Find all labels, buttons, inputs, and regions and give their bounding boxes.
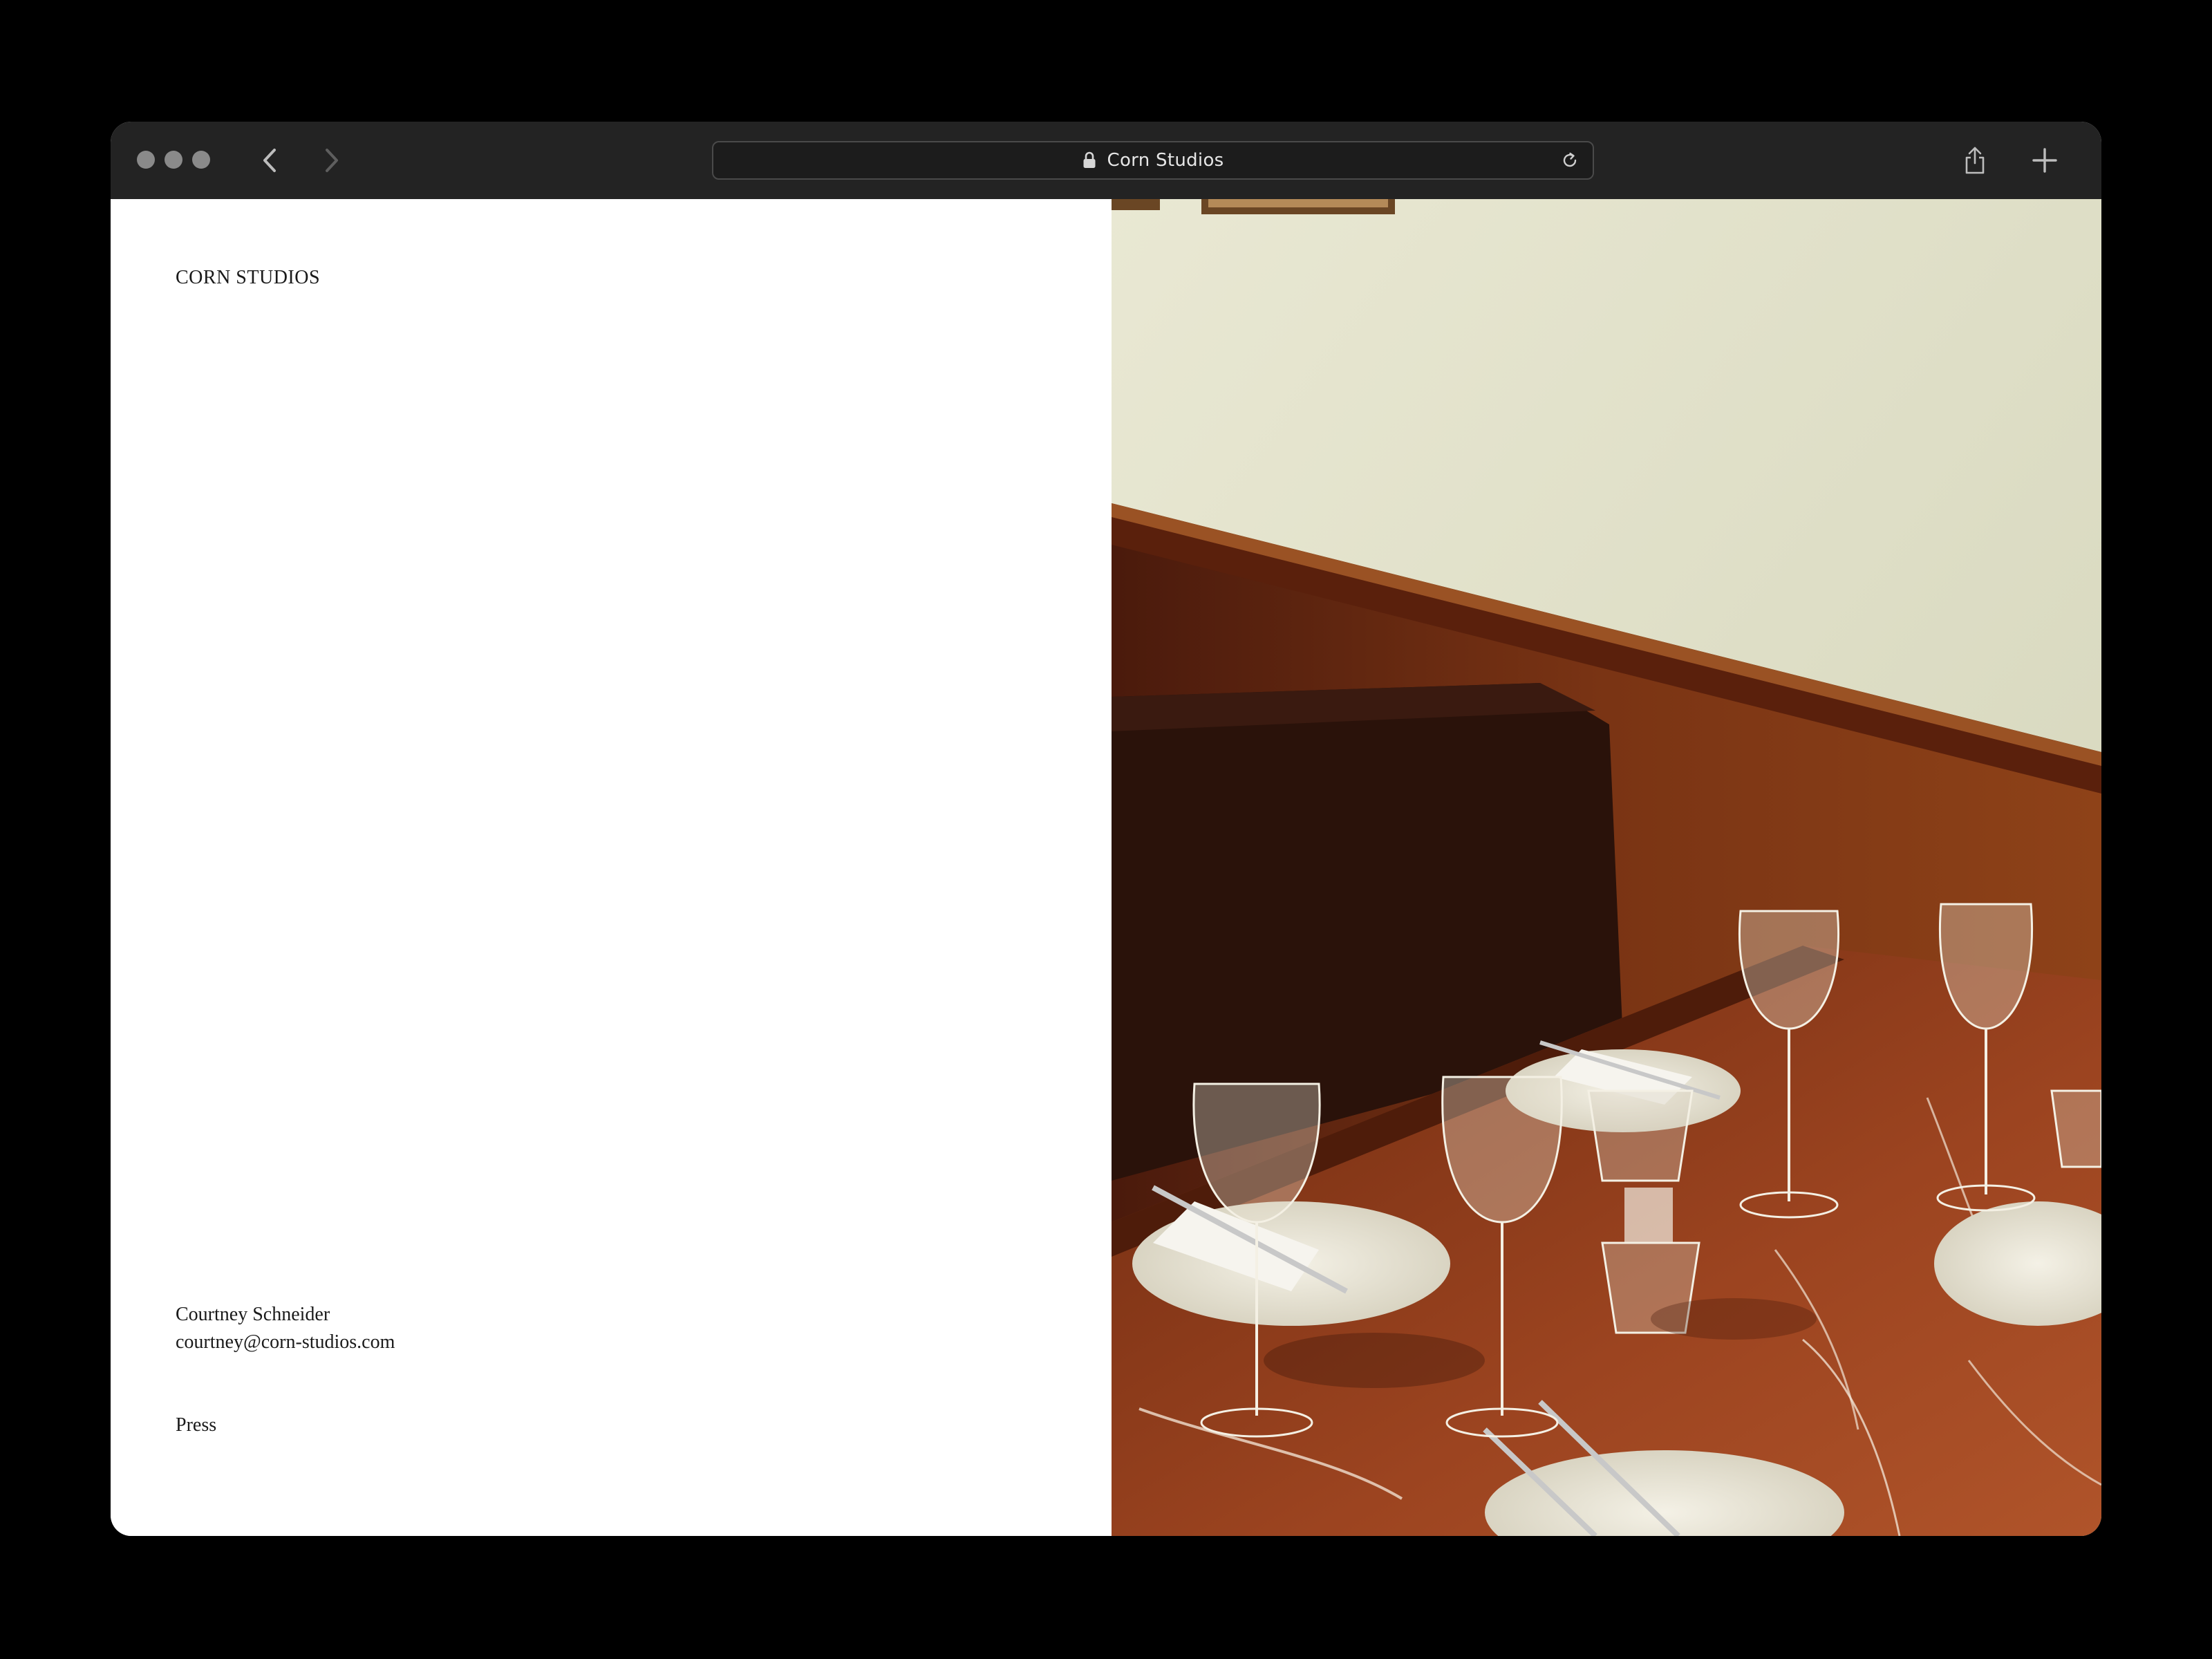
page-content: CORN STUDIOS Courtney Schneider courtney… [111,199,2101,1536]
zoom-window-button[interactable] [192,151,210,169]
address-bar-title: Corn Studios [1107,150,1224,171]
site-logo[interactable]: CORN STUDIOS [176,264,320,292]
browser-window: Corn Studios CORN STUDIOS Courtney Schne… [111,122,2101,1536]
contact-block: Courtney Schneider courtney@corn-studios… [176,1301,395,1356]
info-panel: CORN STUDIOS Courtney Schneider courtney… [111,199,1112,1536]
minimize-window-button[interactable] [165,151,182,169]
address-bar-center: Corn Studios [713,142,1593,178]
share-icon[interactable] [1962,145,1987,176]
plus-icon[interactable] [2031,147,2059,174]
address-bar[interactable]: Corn Studios [712,141,1594,180]
back-button[interactable] [257,147,285,174]
hero-photo [1112,199,2101,1536]
contact-email-link[interactable]: courtney@corn-studios.com [176,1329,395,1356]
reload-icon[interactable] [1561,151,1579,169]
lock-icon [1083,151,1095,168]
press-link[interactable]: Press [176,1412,216,1439]
restaurant-table-photo [1112,199,2101,1536]
chevron-left-icon [263,149,276,172]
contact-name: Courtney Schneider [176,1304,330,1325]
close-window-button[interactable] [137,151,155,169]
chevron-right-icon [326,149,338,172]
forward-button[interactable] [317,147,344,174]
browser-toolbar: Corn Studios [111,122,2101,199]
